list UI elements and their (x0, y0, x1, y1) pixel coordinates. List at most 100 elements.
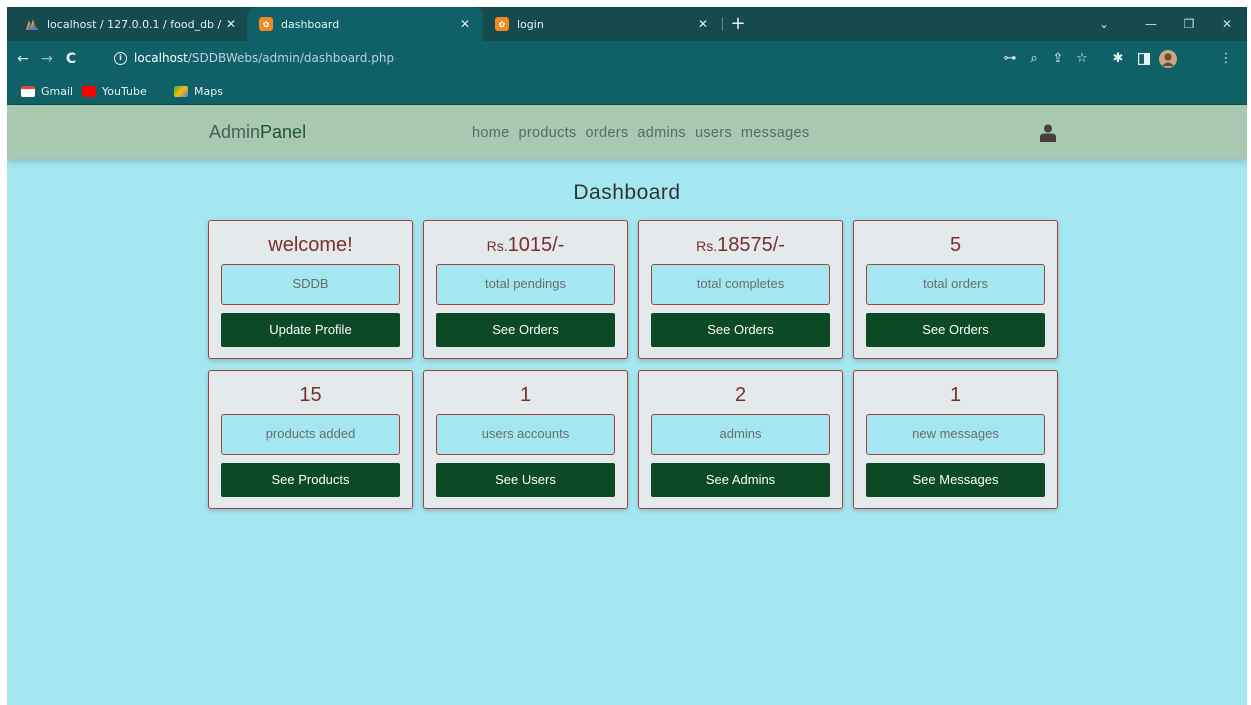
card-caption: admins (651, 414, 830, 455)
card-title-value: 2 (734, 384, 747, 406)
dashboard-grid: welcome! SDDB Update Profile Rs.1015/- t… (208, 220, 1058, 509)
tab-strip: localhost / 127.0.0.1 / food_db / ✕ ✿ da… (7, 7, 1247, 41)
admin-header: AdminPanel home products orders admins u… (7, 105, 1247, 159)
tab-separator (722, 17, 723, 31)
user-icon[interactable] (1040, 124, 1056, 142)
gmail-icon (21, 85, 35, 97)
tab-phpmyadmin[interactable]: localhost / 127.0.0.1 / food_db / ✕ (15, 7, 249, 41)
url-path: /SDDBWebs/admin/dashboard.php (187, 51, 395, 65)
close-window-icon[interactable]: ✕ (1210, 7, 1244, 41)
card-title: Rs.1015/- (424, 234, 627, 257)
menu-dots-icon[interactable]: ⋮ (1215, 48, 1237, 70)
zoom-icon[interactable]: ⌕ (1023, 48, 1045, 70)
card-caption: total completes (651, 264, 830, 305)
card-title-value: 5 (949, 234, 962, 256)
card-title: Rs.18575/- (639, 234, 842, 257)
see-users-button[interactable]: See Users (436, 463, 615, 497)
bookmark-gmail[interactable]: Gmail (21, 83, 73, 99)
card-messages: 1 new messages See Messages (853, 370, 1058, 509)
xampp-icon: ✿ (259, 17, 273, 31)
card-title: 15 (209, 384, 412, 407)
card-title: 5 (854, 234, 1057, 257)
phpmyadmin-icon (25, 17, 39, 31)
logo[interactable]: AdminPanel (209, 122, 306, 143)
see-messages-button[interactable]: See Messages (866, 463, 1045, 497)
nav-home[interactable]: home (472, 125, 509, 141)
see-products-button[interactable]: See Products (221, 463, 400, 497)
bookmarks-bar: Gmail YouTube Maps (7, 77, 1247, 105)
logo-part-admin: Admin (209, 122, 261, 142)
reload-icon[interactable]: C (59, 47, 83, 71)
extensions-icon[interactable]: ✱ (1107, 48, 1129, 70)
nav-messages[interactable]: messages (741, 125, 810, 141)
address-bar[interactable]: localhost/SDDBWebs/admin/dashboard.php (134, 51, 394, 65)
card-title-prefix: Rs. (696, 238, 718, 254)
see-orders-button[interactable]: See Orders (651, 313, 830, 347)
close-tab-icon[interactable]: ✕ (695, 16, 711, 32)
bookmark-label: Maps (194, 84, 223, 98)
share-icon[interactable]: ⇪ (1047, 48, 1069, 70)
card-caption: users accounts (436, 414, 615, 455)
card-title-value: 1015/- (507, 234, 565, 256)
minimize-icon[interactable]: — (1134, 7, 1168, 41)
tab-label: dashboard (281, 17, 340, 31)
see-orders-button[interactable]: See Orders (436, 313, 615, 347)
see-admins-button[interactable]: See Admins (651, 463, 830, 497)
close-tab-icon[interactable]: ✕ (457, 16, 473, 32)
bookmark-label: YouTube (102, 84, 147, 98)
xampp-icon: ✿ (495, 17, 509, 31)
card-caption: total pendings (436, 264, 615, 305)
page-title: Dashboard (573, 181, 681, 204)
restore-icon[interactable]: ❐ (1172, 7, 1206, 41)
card-total-orders: 5 total orders See Orders (853, 220, 1058, 359)
card-title-prefix: Rs. (486, 238, 508, 254)
main-nav: home products orders admins users messag… (472, 125, 809, 141)
nav-orders[interactable]: orders (586, 125, 629, 141)
card-welcome: welcome! SDDB Update Profile (208, 220, 413, 359)
card-title-value: 15 (299, 384, 322, 406)
youtube-icon (82, 85, 96, 97)
nav-products[interactable]: products (518, 125, 576, 141)
nav-users[interactable]: users (695, 125, 732, 141)
card-caption: total orders (866, 264, 1045, 305)
maps-icon (174, 85, 188, 97)
nav-admins[interactable]: admins (637, 125, 686, 141)
card-title: 1 (424, 384, 627, 407)
key-icon[interactable]: ⊶ (999, 48, 1021, 70)
card-caption: products added (221, 414, 400, 455)
tab-search-icon[interactable]: ⌄ (1087, 7, 1121, 41)
bookmark-label: Gmail (41, 84, 74, 98)
tab-dashboard[interactable]: ✿ dashboard ✕ (247, 7, 483, 41)
tab-label: login (517, 17, 544, 31)
card-caption: new messages (866, 414, 1045, 455)
card-completes: Rs.18575/- total completes See Orders (638, 220, 843, 359)
card-pendings: Rs.1015/- total pendings See Orders (423, 220, 628, 359)
browser-window: localhost / 127.0.0.1 / food_db / ✕ ✿ da… (7, 7, 1247, 705)
card-title-value: 18575/- (717, 234, 785, 256)
card-users: 1 users accounts See Users (423, 370, 628, 509)
card-caption: SDDB (221, 264, 400, 305)
page-content: AdminPanel home products orders admins u… (7, 105, 1247, 705)
site-info-icon[interactable]: i (114, 52, 127, 65)
bookmark-maps[interactable]: Maps (174, 83, 223, 99)
back-icon[interactable]: ← (11, 47, 35, 71)
forward-icon[interactable]: → (35, 47, 59, 71)
tab-label: localhost / 127.0.0.1 / food_db / (47, 17, 222, 31)
logo-part-panel: Panel (260, 122, 307, 142)
close-tab-icon[interactable]: ✕ (223, 16, 239, 32)
card-admins: 2 admins See Admins (638, 370, 843, 509)
card-title-value: 1 (519, 384, 532, 406)
card-title-value: welcome! (268, 234, 353, 256)
card-title: 1 (854, 384, 1057, 407)
see-orders-button[interactable]: See Orders (866, 313, 1045, 347)
new-tab-button[interactable]: + (727, 13, 749, 35)
update-profile-button[interactable]: Update Profile (221, 313, 400, 347)
card-title: 2 (639, 384, 842, 407)
url-host: localhost (134, 51, 188, 65)
profile-avatar-icon[interactable] (1157, 48, 1179, 70)
tab-login[interactable]: ✿ login ✕ (485, 7, 721, 41)
side-panel-icon[interactable] (1133, 48, 1155, 70)
bookmark-youtube[interactable]: YouTube (82, 83, 147, 99)
bookmark-star-icon[interactable]: ☆ (1071, 48, 1093, 70)
card-title-value: 1 (949, 384, 962, 406)
